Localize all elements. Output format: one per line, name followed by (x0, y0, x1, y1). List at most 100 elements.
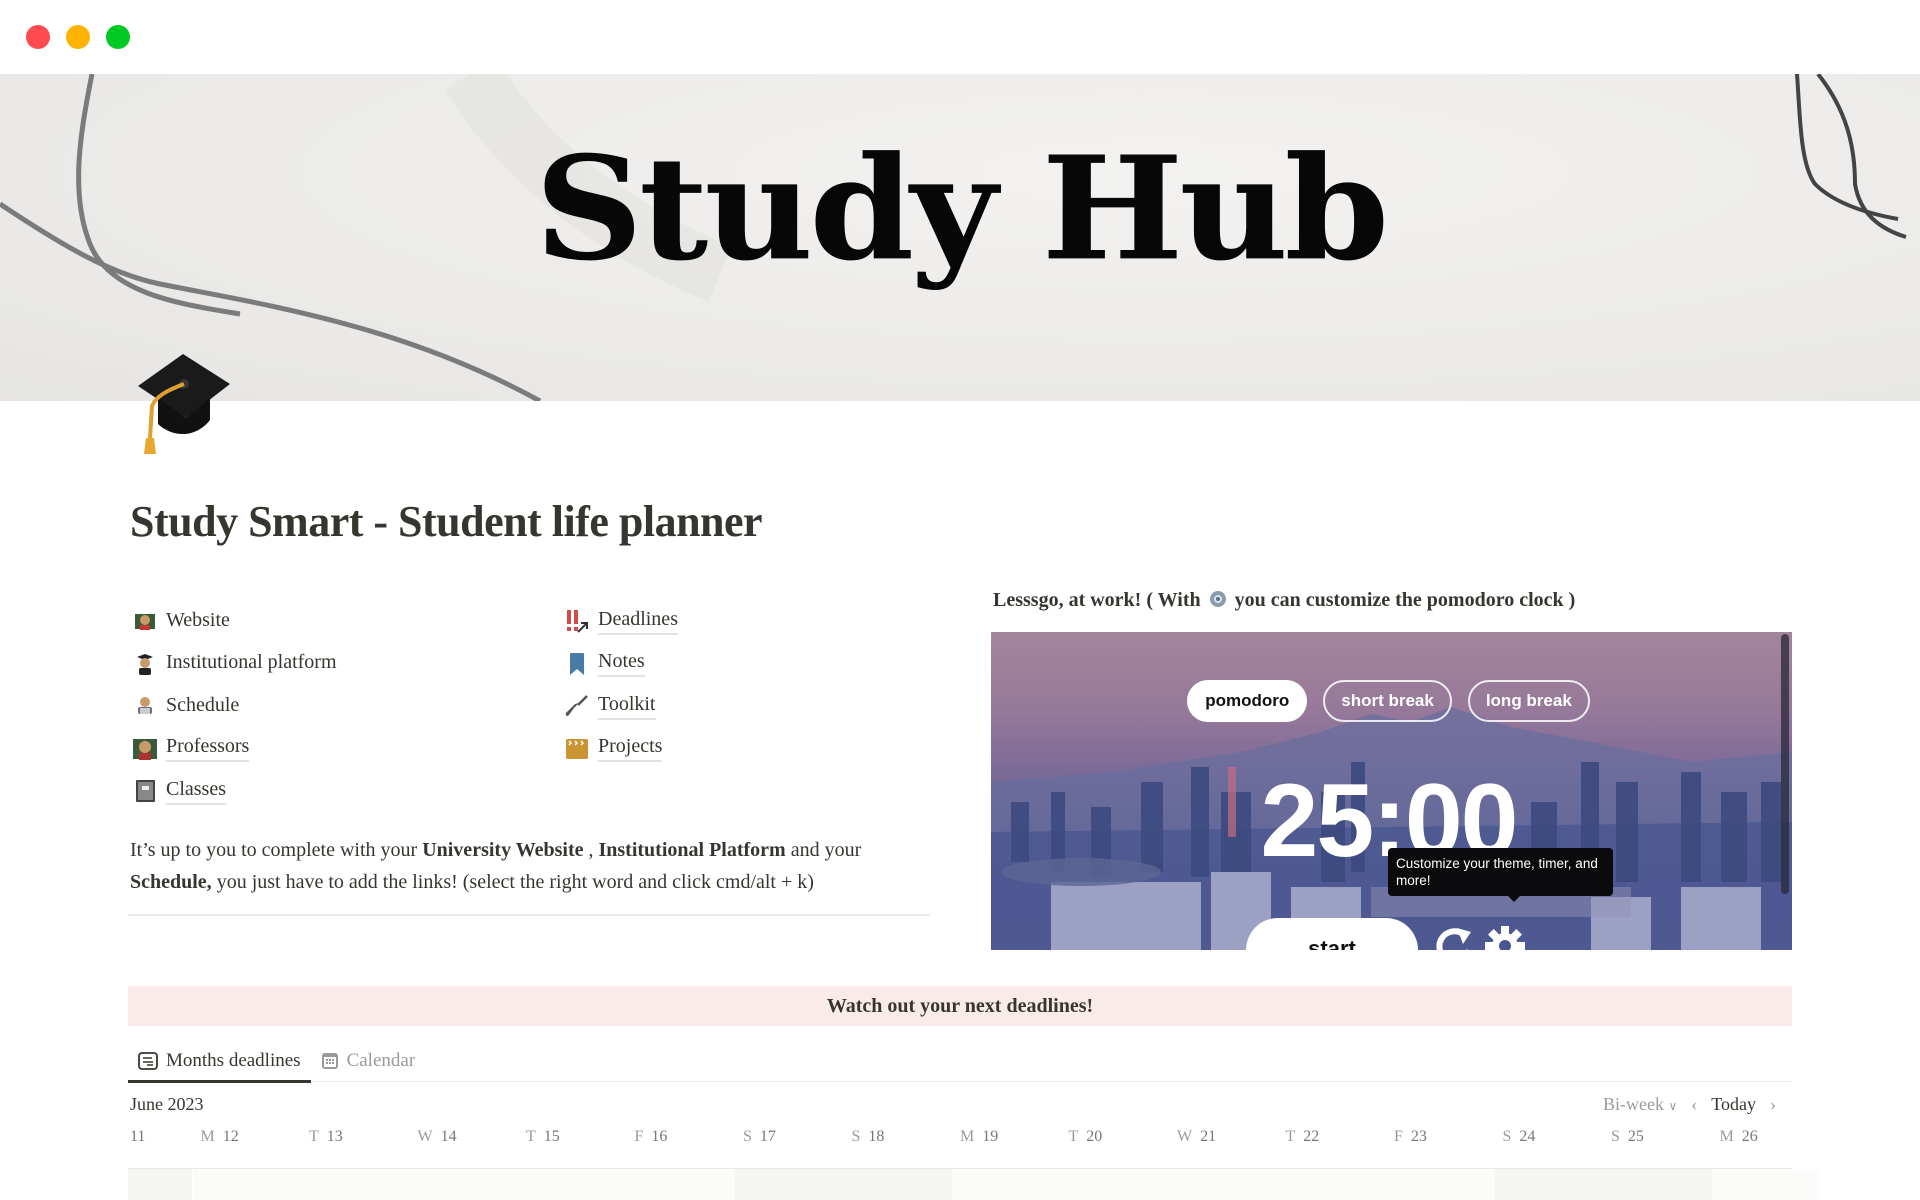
calendar-cell[interactable] (409, 1169, 518, 1200)
day-number: 14 (440, 1128, 457, 1145)
range-selector[interactable]: Bi-week ∨ (1603, 1094, 1677, 1115)
link-institutional-platform[interactable]: Institutional platform (132, 643, 337, 686)
window-titlebar (0, 0, 1920, 74)
teacher-icon (132, 736, 158, 762)
intro-paragraph[interactable]: It’s up to you to complete with your Uni… (130, 834, 930, 898)
graduation-cap-icon[interactable] (128, 346, 238, 456)
day-of-week: S (1502, 1128, 1512, 1145)
calendar-cell[interactable] (1277, 1169, 1386, 1200)
clapperboard-icon (564, 736, 590, 762)
day-number: 25 (1627, 1128, 1644, 1145)
calendar-day-header: M 12 (201, 1128, 239, 1146)
cover-title: Study Hub (534, 125, 1390, 293)
settings-gear-icon[interactable] (1483, 924, 1527, 950)
link-deadlines[interactable]: Deadlines (564, 600, 678, 643)
maximize-window-button[interactable] (106, 25, 130, 49)
chevron-down-icon: ∨ (1668, 1099, 1678, 1113)
caption-text: Lesssgo, at work! ( With (993, 589, 1206, 611)
tab-long-break[interactable]: long break (1467, 680, 1590, 722)
double-exclamation-icon (564, 608, 590, 634)
minimize-window-button[interactable] (66, 25, 90, 49)
calendar-cell[interactable] (1494, 1169, 1603, 1200)
link-notes[interactable]: Notes (564, 643, 678, 686)
calendar-day-headers: 11 M 12 T 13 W 14 T 15 F 16 S 17 S 18 M 19 T 20 W 21 T 22 F 23 S 2… (128, 1128, 1792, 1158)
calendar-cell[interactable] (192, 1169, 301, 1200)
list-view-icon (138, 1052, 158, 1070)
tab-short-break[interactable]: short break (1323, 680, 1452, 722)
calendar-cell[interactable] (735, 1169, 844, 1200)
calendar-cell[interactable] (518, 1169, 627, 1200)
link-label: Classes (166, 778, 226, 805)
screwdriver-icon (564, 693, 590, 719)
calendar-cell[interactable] (1711, 1169, 1820, 1200)
reset-icon[interactable] (1433, 922, 1477, 950)
intro-text: and your (785, 839, 862, 861)
calendar-cell[interactable] (1060, 1169, 1169, 1200)
day-number: 11 (130, 1128, 146, 1145)
intro-text: It’s up to you to complete with your (130, 839, 423, 861)
day-of-week: W (417, 1128, 433, 1145)
range-label: Bi-week (1602, 1094, 1664, 1114)
divider (128, 914, 930, 916)
day-number: 21 (1200, 1128, 1217, 1145)
day-of-week: T (1285, 1128, 1296, 1145)
calendar-month: June 2023 (130, 1094, 204, 1114)
tab-months-deadlines[interactable]: Months deadlines (128, 1040, 311, 1083)
pomodoro-mode-tabs: pomodoro short break long break (991, 680, 1792, 722)
start-button[interactable]: start (1246, 918, 1418, 950)
links-right-column: Deadlines Notes Toolkit Projects (564, 600, 678, 770)
pomodoro-widget[interactable]: pomodoro short break long break 25:00 st… (991, 632, 1792, 950)
day-of-week: T (309, 1128, 319, 1145)
link-toolkit[interactable]: Toolkit (564, 685, 678, 728)
link-projects[interactable]: Projects (564, 728, 678, 771)
tab-pomodoro[interactable]: pomodoro (1187, 680, 1308, 722)
link-label: Projects (598, 735, 663, 763)
chevron-left-icon[interactable]: ‹ (1691, 1094, 1697, 1115)
links-left-column: Website Institutional platform Schedule … (132, 600, 337, 813)
day-of-week: F (634, 1128, 644, 1145)
day-of-week: M (200, 1128, 215, 1145)
link-classes[interactable]: Classes (132, 770, 337, 813)
day-number: 15 (543, 1128, 560, 1145)
day-of-week: T (1068, 1128, 1079, 1145)
today-button[interactable]: Today (1711, 1094, 1756, 1115)
page-title[interactable]: Study Smart - Student life planner (130, 496, 763, 547)
link-label: Professors (166, 735, 250, 763)
calendar-day-header: 11 (130, 1128, 145, 1146)
day-of-week: W (1177, 1128, 1193, 1145)
calendar-day-header: W 21 (1177, 1128, 1216, 1146)
calendar-day-header: T 22 (1286, 1128, 1320, 1146)
link-label: Toolkit (598, 693, 656, 720)
calendar-cell[interactable] (128, 1169, 192, 1200)
calendar-day-header: S 17 (743, 1128, 776, 1146)
calendar-cell[interactable] (1603, 1169, 1712, 1200)
calendar-cell[interactable] (952, 1169, 1061, 1200)
day-of-week: S (851, 1128, 861, 1145)
day-number: 18 (868, 1128, 885, 1145)
calendar-day-header: F 23 (1394, 1128, 1427, 1146)
calendar-day-header: S 18 (852, 1128, 885, 1146)
link-website[interactable]: Website (132, 600, 337, 643)
day-of-week: T (526, 1128, 536, 1145)
tab-label: Months deadlines (166, 1050, 301, 1071)
intro-text: you just have to add the links! (select … (211, 871, 814, 893)
calendar-cell[interactable] (301, 1169, 410, 1200)
technologist-icon (132, 693, 158, 719)
tab-calendar[interactable]: Calendar (311, 1040, 426, 1082)
day-number: 16 (651, 1128, 668, 1145)
chevron-right-icon[interactable]: › (1770, 1094, 1776, 1115)
day-number: 23 (1410, 1128, 1427, 1145)
calendar-day-header: T 15 (526, 1128, 560, 1146)
calendar-cell[interactable] (626, 1169, 735, 1200)
calendar-cell[interactable] (1386, 1169, 1495, 1200)
intro-bold-schedule: Schedule, (130, 871, 212, 893)
calendar-cell[interactable] (1169, 1169, 1278, 1200)
tab-label: Calendar (346, 1050, 416, 1071)
intro-bold-university-website: University Website (422, 839, 584, 861)
link-schedule[interactable]: Schedule (132, 685, 337, 728)
close-window-button[interactable] (26, 25, 50, 49)
calendar-icon (321, 1052, 339, 1070)
calendar-cell[interactable] (843, 1169, 952, 1200)
day-of-week: M (1719, 1128, 1734, 1145)
link-professors[interactable]: Professors (132, 728, 337, 771)
